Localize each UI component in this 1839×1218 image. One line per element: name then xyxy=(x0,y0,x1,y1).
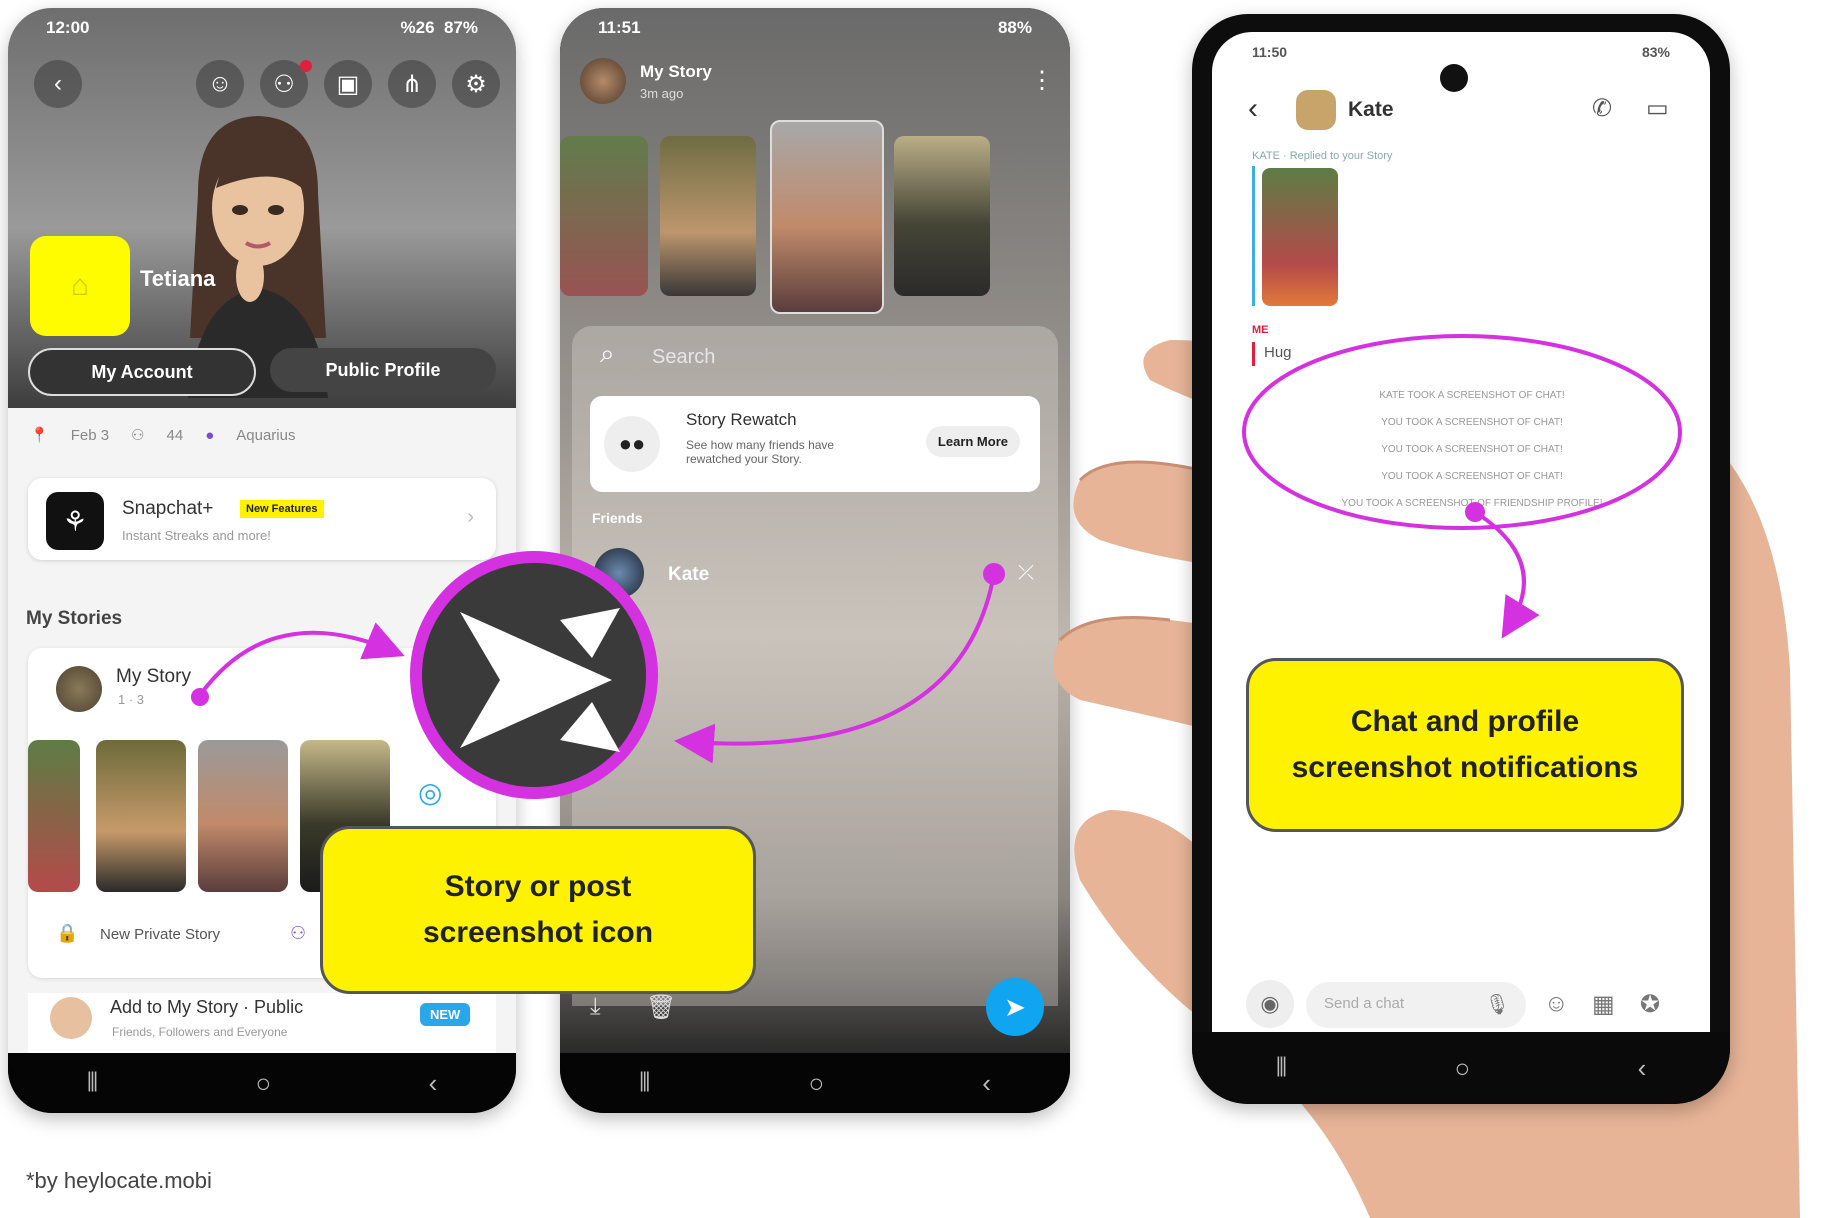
arrow-viewer-to-icon xyxy=(674,573,996,764)
arrow-story-to-icon xyxy=(198,622,405,697)
story-callout-line1: Story or post xyxy=(444,869,632,903)
chat-screenshot-callout: Chat and profile screenshot notification… xyxy=(1246,658,1684,832)
annotation-overlay xyxy=(191,334,1682,799)
credit-footnote: *by heylocate.mobi xyxy=(26,1168,212,1193)
chat-callout-line1: Chat and profile xyxy=(1350,704,1580,738)
notifications-highlight xyxy=(1242,334,1682,530)
story-screenshot-callout: Story or post screenshot icon xyxy=(320,826,756,994)
arrow-dot-story xyxy=(191,688,209,706)
story-callout-line2: screenshot icon xyxy=(422,916,654,949)
chat-callout-line2: screenshot notifications xyxy=(1291,751,1639,784)
arrow-dot-viewer xyxy=(983,563,1005,585)
